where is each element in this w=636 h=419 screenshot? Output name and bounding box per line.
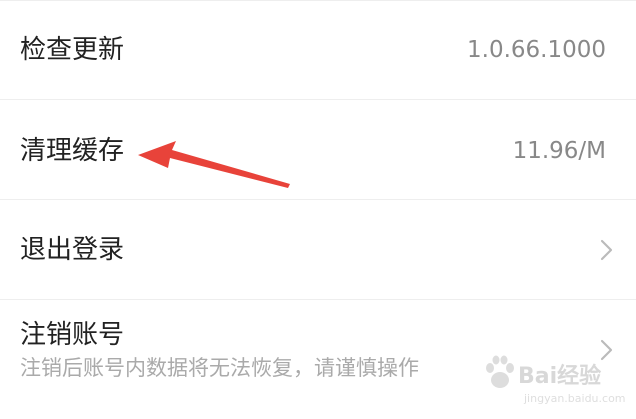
watermark-brand: Bai经验 [518,364,602,389]
chevron-right-icon [600,239,613,261]
watermark-url: jingyan.baidu.com [524,392,626,405]
logout-label: 退出登录 [20,235,125,265]
logout-row[interactable]: 退出登录 [0,200,636,300]
app-version-value: 1.0.66.1000 [467,37,606,63]
baidu-jingyan-watermark: Bai经验 jingyan.baidu.com [480,350,630,416]
cancel-account-label: 注销账号 [20,320,125,350]
cancel-account-warning: 注销后账号内数据将无法恢复，请谨慎操作 [20,356,419,380]
paw-logo-icon [486,355,514,388]
check-update-label: 检查更新 [20,35,125,65]
clear-cache-label: 清理缓存 [20,136,125,166]
clear-cache-row[interactable]: 清理缓存 11.96/M [0,100,636,200]
cache-size-value: 11.96/M [512,138,606,164]
check-update-row[interactable]: 检查更新 1.0.66.1000 [0,0,636,100]
